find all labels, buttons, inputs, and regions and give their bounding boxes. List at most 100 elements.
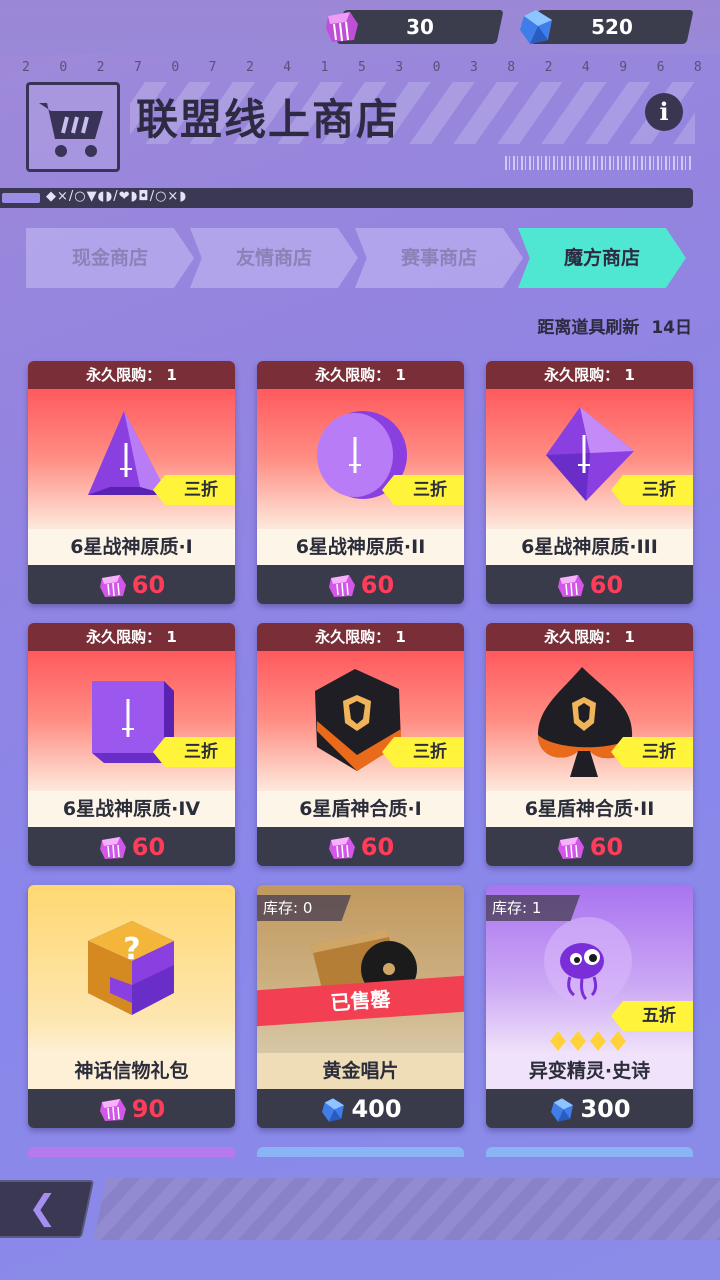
item-art: ? xyxy=(28,885,235,1053)
gem-icon xyxy=(99,574,126,597)
serial-digit: 2 xyxy=(245,60,254,75)
item-price: 60 xyxy=(486,827,693,866)
item-art xyxy=(28,651,235,791)
purchase-limit: 永久限购： 1 xyxy=(257,623,464,651)
shop-item-card[interactable]: 永久限购： 1 三折 6星盾神合质·II 60 xyxy=(486,623,693,866)
purchase-limit: 永久限购： 1 xyxy=(486,361,693,389)
diamond-crystal-icon xyxy=(546,407,634,501)
refresh-value: 14日 xyxy=(651,318,692,338)
crystal-icon xyxy=(520,10,552,44)
refresh-timer: 距离道具刷新 14日 xyxy=(537,313,692,338)
item-price: 90 xyxy=(28,1089,235,1128)
next-row-card-edge xyxy=(257,1147,464,1157)
discount-badge: 三折 xyxy=(382,475,464,505)
spade-shield-icon xyxy=(538,667,633,777)
serial-digit: 1 xyxy=(320,60,329,75)
symbol-strip-text: ◆×/○▼◖◗/❤◗◘/○×◗ xyxy=(46,189,188,204)
crystal-icon xyxy=(551,1097,574,1122)
serial-digit: 4 xyxy=(283,60,292,75)
cart-icon xyxy=(26,82,120,172)
chevron-left-icon: ❮ xyxy=(28,1188,57,1228)
info-button[interactable]: i xyxy=(645,93,683,131)
item-name: 神话信物礼包 xyxy=(74,1060,189,1082)
gem-icon xyxy=(99,836,126,859)
discount-badge: 三折 xyxy=(611,737,693,767)
shop-item-card[interactable]: 永久限购： 1 三折 6星盾神合质·I 60 xyxy=(257,623,464,866)
item-price: 400 xyxy=(257,1089,464,1128)
item-price: 60 xyxy=(28,827,235,866)
gem-balance-value: 30 xyxy=(406,15,434,39)
hexagon-shield-icon xyxy=(315,669,401,771)
item-art xyxy=(257,389,464,529)
purchase-limit: 永久限购： 1 xyxy=(28,361,235,389)
item-art xyxy=(257,651,464,791)
item-name: 6星战神原质·III xyxy=(521,536,658,558)
item-price: 60 xyxy=(257,565,464,604)
gem-icon xyxy=(99,1098,126,1121)
stock-badge: 库存: 1 xyxy=(486,895,580,921)
refresh-label: 距离道具刷新 xyxy=(537,318,640,338)
item-price: 60 xyxy=(257,827,464,866)
serial-digit: 3 xyxy=(469,60,478,75)
item-name: 异变精灵·史诗 xyxy=(528,1060,651,1082)
item-name: 6星盾神合质·I xyxy=(299,798,422,820)
bottom-bar xyxy=(93,1178,720,1240)
shop-item-card[interactable]: 永久限购： 1 三折 6星战神原质·IV 60 xyxy=(28,623,235,866)
tab-friendship-shop[interactable]: 友情商店 xyxy=(190,228,358,288)
serial-digit: 0 xyxy=(171,60,180,75)
tab-event-shop[interactable]: 赛事商店 xyxy=(355,228,523,288)
discount-badge: 三折 xyxy=(611,475,693,505)
item-name: 6星战神原质·II xyxy=(295,536,426,558)
serial-digit: 6 xyxy=(656,60,665,75)
purchase-limit: 永久限购： 1 xyxy=(257,361,464,389)
tab-cube-shop[interactable]: 魔方商店 xyxy=(518,228,686,288)
gem-icon xyxy=(328,574,355,597)
shop-item-card[interactable]: 库存: 0 已售罄 黄金唱片 400 xyxy=(257,885,464,1128)
serial-digit: 4 xyxy=(581,60,590,75)
tab-cash-shop[interactable]: 现金商店 xyxy=(26,228,194,288)
mystery-box-icon: ? xyxy=(88,921,174,1015)
discount-badge: 三折 xyxy=(382,737,464,767)
serial-digit: 3 xyxy=(395,60,404,75)
shop-tabs: 现金商店 友情商店 赛事商店 魔方商店 xyxy=(26,228,692,288)
discount-badge: 三折 xyxy=(153,737,235,767)
shop-item-card[interactable]: 永久限购： 1 三折 6星战神原质·III 60 xyxy=(486,361,693,604)
back-button[interactable]: ❮ xyxy=(0,1180,95,1238)
item-art xyxy=(28,389,235,529)
item-price: 60 xyxy=(486,565,693,604)
item-price: 60 xyxy=(28,565,235,604)
serial-digit: 8 xyxy=(693,60,702,75)
shop-item-card[interactable]: 永久限购： 1 三折 6星战神原质·I 60 xyxy=(28,361,235,604)
item-art xyxy=(486,389,693,529)
crystal-balance-value: 520 xyxy=(591,15,633,39)
strip-progress xyxy=(2,193,40,203)
discount-badge: 三折 xyxy=(153,475,235,505)
stock-badge: 库存: 0 xyxy=(257,895,351,921)
purchase-limit: 永久限购： 1 xyxy=(28,623,235,651)
round-crystal-icon xyxy=(317,411,407,499)
shop-item-card[interactable]: ? 神话信物礼包 90 xyxy=(28,885,235,1128)
shop-item-card[interactable]: 库存: 1 五折 异变精灵·史诗 300 xyxy=(486,885,693,1128)
shop-item-card[interactable]: 永久限购： 1 三折 6星战神原质·II 60 xyxy=(257,361,464,604)
item-price: 300 xyxy=(486,1089,693,1128)
item-name: 黄金唱片 xyxy=(322,1060,399,1082)
serial-digit: 0 xyxy=(59,60,68,75)
triangle-crystal-icon xyxy=(88,411,168,495)
discount-badge: 五折 xyxy=(611,1001,693,1031)
serial-digit: 2 xyxy=(544,60,553,75)
page-title: 联盟线上商店 xyxy=(136,95,401,144)
gem-icon xyxy=(557,574,584,597)
item-name: 6星战神原质·I xyxy=(70,536,193,558)
serial-digit: 8 xyxy=(507,60,516,75)
serial-digits: 2 0 2 7 0 7 2 4 1 5 3 0 3 8 2 4 9 6 8 xyxy=(22,60,702,75)
crystal-icon xyxy=(322,1097,345,1122)
gem-icon xyxy=(557,836,584,859)
svg-text:?: ? xyxy=(123,932,140,967)
gem-icon xyxy=(326,12,358,42)
serial-digit: 2 xyxy=(96,60,105,75)
item-art xyxy=(486,651,693,791)
barcode-decoration xyxy=(505,156,693,170)
cube-crystal-icon xyxy=(92,681,174,763)
gem-icon xyxy=(328,836,355,859)
symbol-strip: ◆×/○▼◖◗/❤◗◘/○×◗ xyxy=(0,188,693,208)
